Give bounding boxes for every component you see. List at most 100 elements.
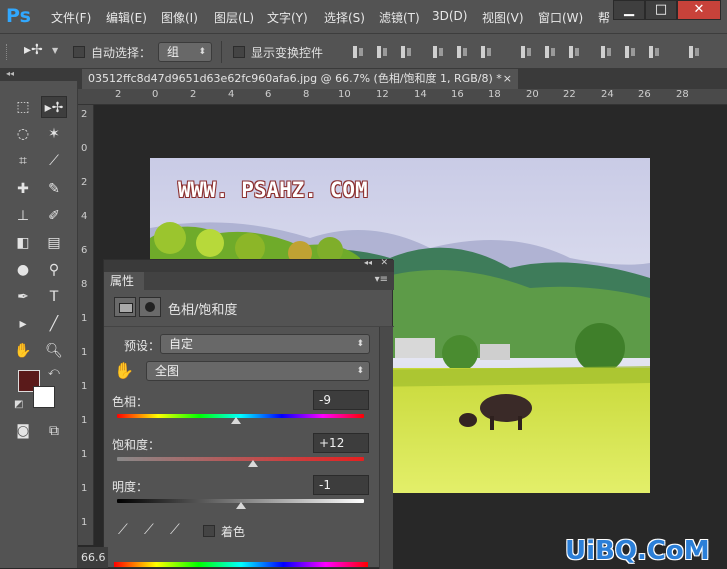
targeted-adjust-hand-icon[interactable]: ✋ [114,361,134,380]
crop-tool-icon[interactable]: ⌗ [10,150,36,172]
hue-slider-thumb[interactable] [230,417,241,424]
move-tool-icon[interactable]: ▸✢ [24,42,48,60]
marquee-tool-icon[interactable]: ⬚ [10,96,36,118]
line-tool-icon[interactable]: ╱ [41,313,67,335]
eyedropper-tool-icon[interactable]: ⟋ [41,150,67,172]
align-hcenter-icon[interactable] [454,44,470,60]
close-button[interactable]: ✕ [677,0,721,20]
eyedropper-plus-icon[interactable]: ⟋ [144,522,154,538]
hand-tool-icon[interactable]: ✋ [10,340,36,362]
ruler-label: 16 [451,89,464,100]
channel-dropdown[interactable]: 全图 ⬍ [146,361,370,381]
align-bottom-icon[interactable] [398,44,414,60]
eraser-tool-icon[interactable]: ◧ [10,232,36,254]
panel-menu-icon[interactable]: ▾≡ [375,274,388,285]
lightness-slider-thumb[interactable] [235,502,246,509]
eyedropper-minus-icon[interactable]: ⟋ [170,522,180,538]
show-transform-checkbox[interactable] [233,46,245,58]
distribute-bottom-icon[interactable] [566,44,582,60]
ruler-label: 2 [115,89,122,100]
maximize-button[interactable]: □ [645,0,677,20]
ruler-label: 1 [81,347,88,358]
updown-arrow-icon: ⬍ [356,339,364,349]
lasso-tool-icon[interactable]: ◌ [10,123,36,145]
align-left-icon[interactable] [430,44,446,60]
auto-select-dropdown[interactable]: 组 ⬍ [158,42,212,62]
distribute-vcenter-icon[interactable] [542,44,558,60]
preset-dropdown[interactable]: 自定 ⬍ [160,334,370,354]
document-tab-title: 03512ffc8d47d9651d63e62fc960afa6.jpg @ 6… [88,72,502,85]
chevron-down-icon[interactable]: ▼ [52,46,58,55]
menu-edit[interactable]: 编辑(E) [106,9,147,26]
swap-colors-icon[interactable]: ⤺ [48,365,60,379]
ruler-label: 20 [526,89,539,100]
auto-align-icon[interactable] [686,44,702,60]
image-watermark-text: WWW. PSAHZ. COM [178,178,368,202]
menu-filter[interactable]: 滤镜(T) [379,9,420,26]
close-panel-icon[interactable]: ✕ [380,258,388,268]
menu-type[interactable]: 文字(Y) [267,9,308,26]
zoom-tool-icon[interactable]: 🔍︎ [41,340,67,362]
ruler-label: 1 [81,517,88,528]
colorize-checkbox[interactable] [203,525,215,537]
clone-stamp-tool-icon[interactable]: ⊥ [10,205,36,227]
align-right-icon[interactable] [478,44,494,60]
hue-value-field[interactable]: -9 [313,390,369,410]
magic-wand-tool-icon[interactable]: ✶ [41,123,67,145]
properties-tab[interactable]: 属性 [104,272,144,290]
menu-3d[interactable]: 3D(D) [432,9,467,23]
distribute-hcenter-icon[interactable] [622,44,638,60]
lightness-value-field[interactable]: -1 [313,475,369,495]
align-vcenter-icon[interactable] [374,44,390,60]
close-tab-icon[interactable]: × [503,69,512,89]
saturation-slider-track[interactable] [117,457,364,461]
blur-tool-icon[interactable]: ● [10,259,36,281]
minimize-button[interactable]: ▁ [613,0,645,20]
menu-image[interactable]: 图像(I) [161,9,198,26]
zoom-status[interactable]: 66.6 [78,547,108,568]
ruler-label: 22 [563,89,576,100]
menu-select[interactable]: 选择(S) [324,9,365,26]
ruler-label: 26 [638,89,651,100]
brush-tool-icon[interactable]: ✎ [41,178,67,200]
ruler-label: 14 [414,89,427,100]
eyedropper-icon[interactable]: ⟋ [118,522,128,538]
ruler-label: 8 [303,89,310,100]
distribute-top-icon[interactable] [518,44,534,60]
distribute-right-icon[interactable] [646,44,662,60]
divider [221,41,222,63]
menu-file[interactable]: 文件(F) [51,9,91,26]
screen-mode-icon[interactable]: ⧉ [41,420,67,442]
default-colors-icon[interactable]: ◩ [14,399,23,410]
menu-window[interactable]: 窗口(W) [538,9,583,26]
gradient-tool-icon[interactable]: ▤ [41,232,67,254]
properties-panel: ◂◂ ✕ 属性 ▾≡ 色相/饱和度 预设： 自定 ⬍ ✋ 全图 ⬍ 色相： -9… [103,258,394,569]
menu-help[interactable]: 帮 [598,9,610,26]
collapse-panel-icon[interactable]: ◂◂ [364,258,372,267]
mask-icon[interactable] [139,297,161,317]
menu-view[interactable]: 视图(V) [482,9,524,26]
ruler-label: 6 [265,89,272,100]
type-tool-icon[interactable]: T [41,286,67,308]
history-brush-tool-icon[interactable]: ✐ [41,205,67,227]
path-selection-tool-icon[interactable]: ▸ [10,313,36,335]
collapse-icon[interactable]: ◂◂ [0,69,78,81]
pen-tool-icon[interactable]: ✒ [10,286,36,308]
updown-arrow-icon: ⬍ [356,366,364,376]
quick-mask-icon[interactable]: ◙ [10,420,36,442]
document-tab[interactable]: 03512ffc8d47d9651d63e62fc960afa6.jpg @ 6… [82,69,518,89]
adjustment-layer-icon[interactable] [114,297,136,317]
distribute-left-icon[interactable] [598,44,614,60]
preset-value: 自定 [169,337,194,351]
healing-brush-tool-icon[interactable]: ✚ [10,178,36,200]
dodge-tool-icon[interactable]: ⚲ [41,259,67,281]
panel-scrollbar[interactable] [379,327,393,569]
background-color-swatch[interactable] [33,386,55,408]
menu-layer[interactable]: 图层(L) [214,9,254,26]
align-top-icon[interactable] [350,44,366,60]
saturation-slider-thumb[interactable] [247,460,258,467]
auto-select-checkbox[interactable] [73,46,85,58]
saturation-value-field[interactable]: +12 [313,433,369,453]
move-tool-icon[interactable]: ▸✢ [41,96,67,118]
ruler-label: 1 [81,449,88,460]
